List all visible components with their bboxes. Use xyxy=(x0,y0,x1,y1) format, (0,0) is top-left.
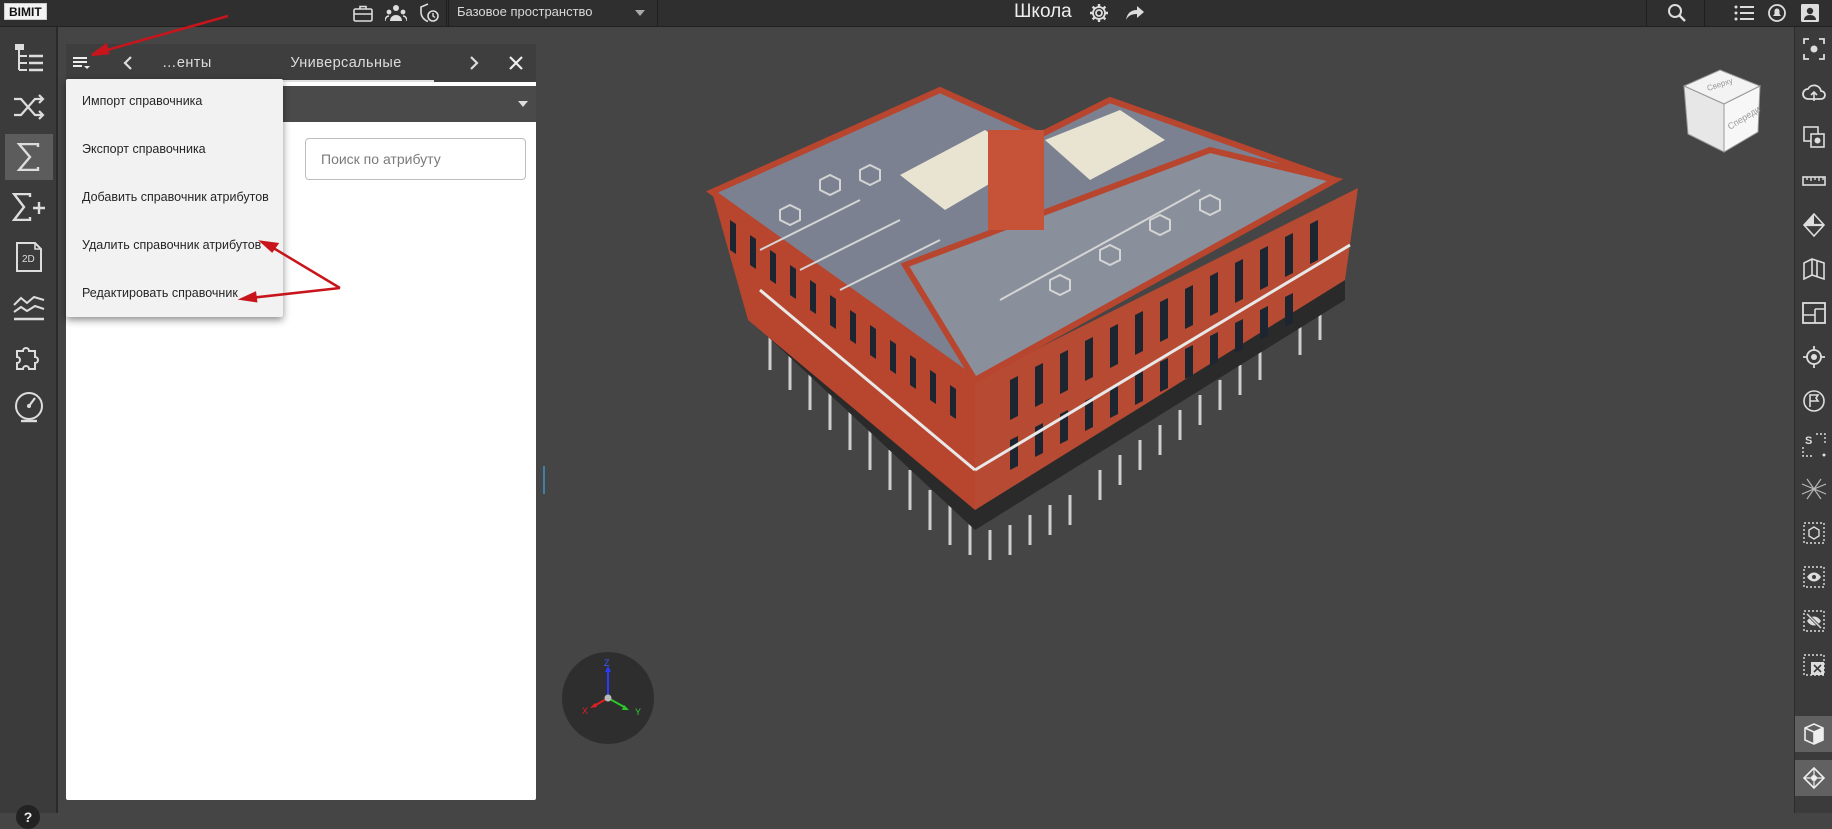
annotation-arrows xyxy=(91,14,341,303)
